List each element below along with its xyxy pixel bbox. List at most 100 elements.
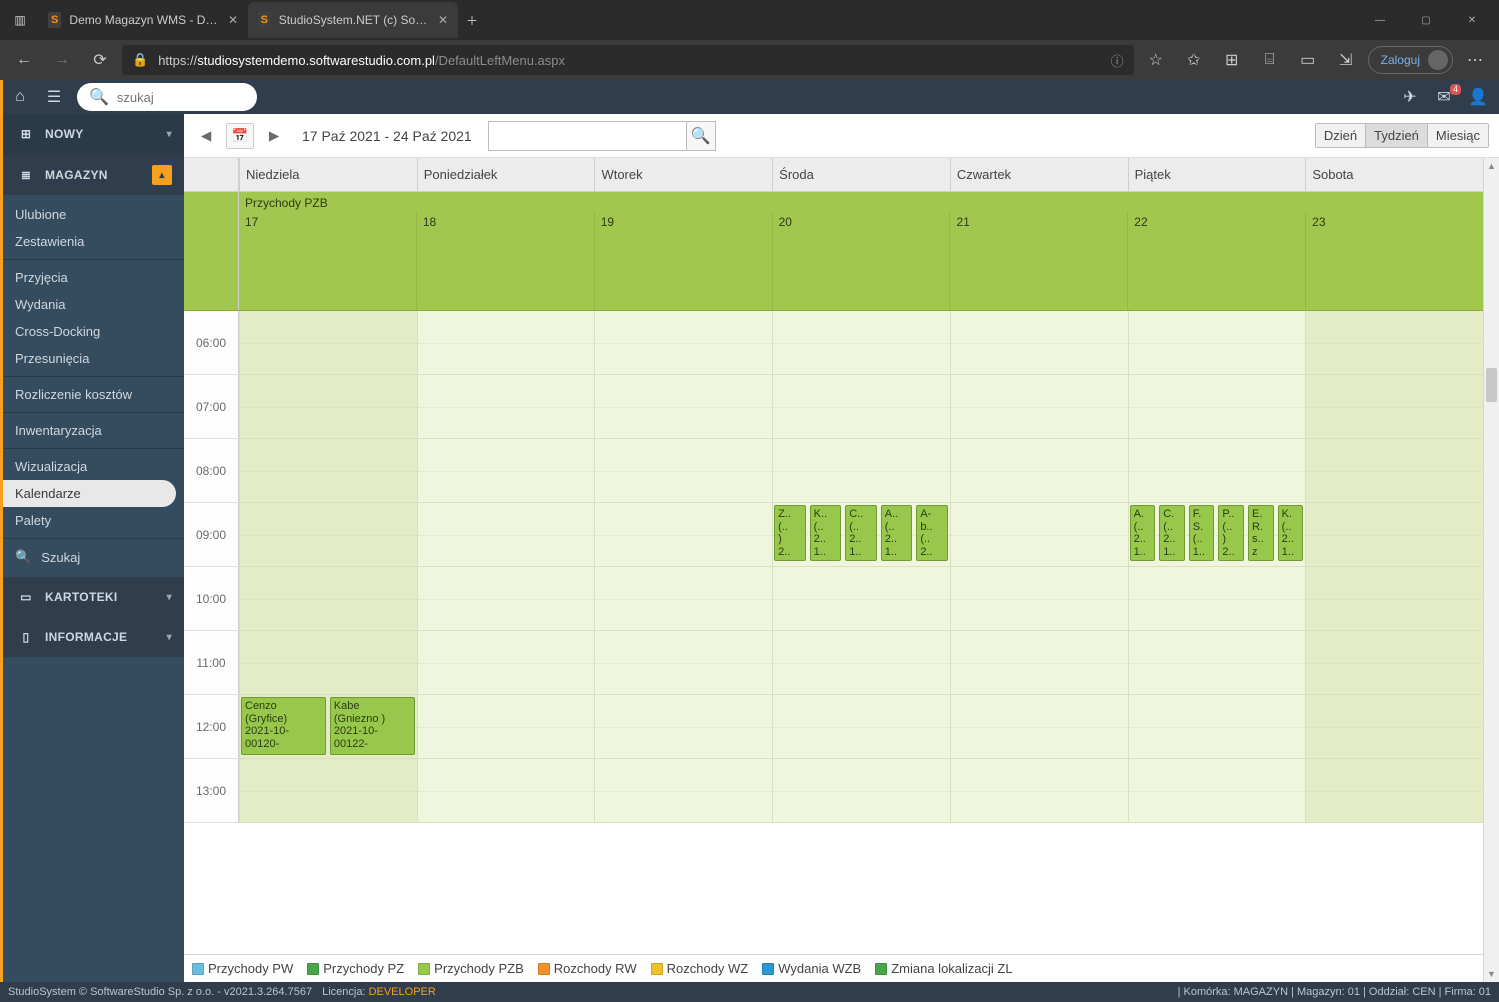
menu-icon[interactable]: ☰ xyxy=(37,80,71,114)
close-icon[interactable]: ✕ xyxy=(438,13,448,27)
time-cell[interactable] xyxy=(950,631,1128,695)
time-cell[interactable] xyxy=(950,759,1128,823)
sidebar-kartoteki-header[interactable]: ▭ KARTOTEKI ▾ xyxy=(3,577,184,617)
time-cell[interactable] xyxy=(594,311,772,375)
time-cell[interactable] xyxy=(772,311,950,375)
next-button[interactable]: ▶ xyxy=(262,124,286,148)
time-cell[interactable] xyxy=(1128,311,1306,375)
calendar-event[interactable]: Kabe(Gniezno )2021-10-00122- xyxy=(330,697,415,755)
calendar-event[interactable]: K.(..2..1.. xyxy=(1278,505,1304,561)
datepicker-button[interactable]: 📅 xyxy=(226,123,254,149)
new-tab-button[interactable]: ＋ xyxy=(458,2,486,38)
time-cell[interactable] xyxy=(772,695,950,759)
plane-icon[interactable]: ✈ xyxy=(1399,86,1421,108)
sidebar-item-crossdocking[interactable]: Cross-Docking xyxy=(3,318,184,345)
time-cell[interactable] xyxy=(239,631,417,695)
sidebar-item-palety[interactable]: Palety xyxy=(3,507,184,534)
time-cell[interactable] xyxy=(1128,695,1306,759)
prev-button[interactable]: ◀ xyxy=(194,124,218,148)
extensions-icon[interactable]: ⌸ xyxy=(1254,44,1286,76)
info-icon[interactable]: ⓘ xyxy=(1111,51,1124,70)
time-cell[interactable] xyxy=(417,631,595,695)
time-cell[interactable] xyxy=(1128,631,1306,695)
time-cell[interactable] xyxy=(594,375,772,439)
time-cell[interactable] xyxy=(950,503,1128,567)
calendar-search-input[interactable] xyxy=(488,121,686,151)
maximize-icon[interactable]: ▢ xyxy=(1403,4,1449,36)
time-cell[interactable] xyxy=(950,311,1128,375)
sidebar-item-zestawienia[interactable]: Zestawienia xyxy=(3,228,184,255)
time-cell[interactable] xyxy=(417,439,595,503)
sidebar-item-rozliczenie[interactable]: Rozliczenie kosztów xyxy=(3,381,184,408)
tab-wms[interactable]: S Demo Magazyn WMS - Demo o... ✕ xyxy=(38,2,248,38)
time-cell[interactable] xyxy=(417,503,595,567)
time-cell[interactable] xyxy=(594,695,772,759)
scroll-thumb[interactable] xyxy=(1486,368,1497,402)
time-cell[interactable] xyxy=(950,439,1128,503)
close-window-icon[interactable]: ✕ xyxy=(1449,4,1495,36)
calendar-event[interactable]: A-b..(..2.. xyxy=(916,505,948,561)
time-cell[interactable] xyxy=(772,759,950,823)
time-cell[interactable] xyxy=(950,567,1128,631)
time-cell[interactable] xyxy=(239,567,417,631)
license-link[interactable]: DEVELOPER xyxy=(369,986,436,998)
time-cell[interactable] xyxy=(1305,631,1483,695)
time-cell[interactable] xyxy=(772,439,950,503)
reload-button[interactable]: ⟳ xyxy=(84,44,116,76)
forward-button[interactable]: → xyxy=(46,44,78,76)
time-cell[interactable] xyxy=(594,631,772,695)
time-cell[interactable] xyxy=(1128,567,1306,631)
global-search[interactable]: 🔍 xyxy=(77,83,257,111)
address-bar[interactable]: 🔒 https://studiosystemdemo.softwarestudi… xyxy=(122,45,1134,75)
time-cell[interactable] xyxy=(1128,439,1306,503)
time-cell[interactable] xyxy=(772,375,950,439)
time-cell[interactable] xyxy=(239,439,417,503)
time-cell[interactable] xyxy=(417,311,595,375)
allday-cell[interactable]: 21 xyxy=(949,212,1127,310)
view-day[interactable]: Dzień xyxy=(1316,124,1365,147)
user-icon[interactable]: 👤 xyxy=(1467,86,1489,108)
allday-cell[interactable]: 19 xyxy=(594,212,772,310)
apps-icon[interactable]: ▭ xyxy=(1292,44,1324,76)
close-icon[interactable]: ✕ xyxy=(228,13,238,27)
sidebar-item-inwentaryzacja[interactable]: Inwentaryzacja xyxy=(3,417,184,444)
time-cell[interactable] xyxy=(594,439,772,503)
share-icon[interactable]: ☆ xyxy=(1140,44,1172,76)
calendar-scrollbar[interactable]: ▲ ▼ xyxy=(1483,158,1499,982)
tab-actions-icon[interactable]: ▥ xyxy=(6,6,34,34)
view-week[interactable]: Tydzień xyxy=(1365,124,1427,147)
time-cell[interactable] xyxy=(772,567,950,631)
allday-cell[interactable]: 22 xyxy=(1127,212,1305,310)
calendar-event[interactable]: K..(..2..1.. xyxy=(810,505,842,561)
back-button[interactable]: ← xyxy=(8,44,40,76)
time-cell[interactable] xyxy=(594,503,772,567)
login-button[interactable]: Zaloguj xyxy=(1368,46,1453,74)
calendar-event[interactable]: Cenzo(Gryfice)2021-10-00120- xyxy=(241,697,326,755)
sidebar-informacje-header[interactable]: ▯ INFORMACJE ▾ xyxy=(3,617,184,657)
sidebar-item-przyjecia[interactable]: Przyjęcia xyxy=(3,264,184,291)
time-cell[interactable] xyxy=(772,631,950,695)
scroll-down-icon[interactable]: ▼ xyxy=(1484,966,1499,982)
home-icon[interactable]: ⌂ xyxy=(3,80,37,114)
search-input[interactable] xyxy=(117,90,293,105)
collections-icon[interactable]: ⊞ xyxy=(1216,44,1248,76)
calendar-event[interactable]: C.(..2..1.. xyxy=(1159,505,1185,561)
more-icon[interactable]: ⋯ xyxy=(1459,44,1491,76)
time-cell[interactable] xyxy=(239,375,417,439)
minimize-icon[interactable]: — xyxy=(1357,4,1403,36)
sidebar-nowy-header[interactable]: ⊞ NOWY ▾ xyxy=(3,114,184,154)
calendar-event[interactable]: E.R.s..z xyxy=(1248,505,1274,561)
time-cell[interactable] xyxy=(239,311,417,375)
sidebar-item-kalendarze[interactable]: Kalendarze xyxy=(3,480,176,507)
calendar-event[interactable]: A..(..2..1.. xyxy=(881,505,913,561)
time-cell[interactable] xyxy=(594,567,772,631)
calendar-event[interactable]: Z..(..)2.. xyxy=(774,505,806,561)
time-cell[interactable] xyxy=(239,503,417,567)
mail-icon[interactable]: ✉4 xyxy=(1433,86,1455,108)
scroll-up-icon[interactable]: ▲ xyxy=(1484,158,1499,174)
time-cell[interactable] xyxy=(1305,759,1483,823)
time-cell[interactable] xyxy=(1305,503,1483,567)
time-cell[interactable] xyxy=(417,759,595,823)
downloads-icon[interactable]: ⇲ xyxy=(1330,44,1362,76)
time-cell[interactable] xyxy=(950,695,1128,759)
